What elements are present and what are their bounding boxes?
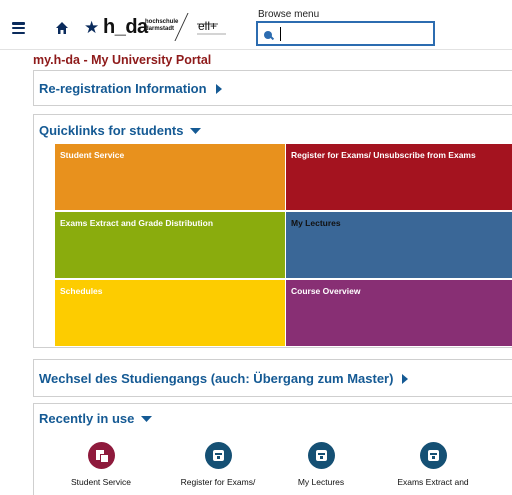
browse-menu-input[interactable] — [284, 25, 429, 42]
quicklinks-header[interactable]: Quicklinks for students — [39, 123, 202, 138]
change-program-header[interactable]: Wechsel des Studiengangs (auch: Übergang… — [39, 371, 409, 386]
quicklinks-section: Quicklinks for students Student Service … — [33, 114, 512, 348]
tile-schedules[interactable]: Schedules — [55, 280, 285, 346]
hda-logo[interactable]: h_da — [103, 16, 148, 38]
tile-my-lectures[interactable]: My Lectures — [286, 212, 512, 278]
app-icon — [307, 442, 335, 469]
home-icon[interactable] — [55, 21, 69, 35]
app-icon — [419, 442, 447, 469]
tile-label: Student Service — [60, 150, 125, 160]
app-icon — [204, 442, 232, 469]
partner-logo: ell+ — [197, 19, 226, 35]
tile-exams-extract[interactable]: Exams Extract and Grade Distribution — [55, 212, 285, 278]
chevron-down-icon — [190, 128, 202, 134]
text-caret — [280, 27, 281, 41]
hamburger-menu-icon[interactable] — [12, 22, 25, 35]
recent-item-register-exams[interactable]: Register for Exams/ — [173, 442, 263, 487]
recently-used-section: Recently in use Student Service Register… — [33, 403, 512, 495]
favorite-star-icon[interactable]: ★ — [84, 19, 99, 36]
browse-menu-label: Browse menu — [258, 9, 320, 20]
change-program-section: Wechsel des Studiengangs (auch: Übergang… — [33, 359, 512, 397]
logo-subtitle-line2: darmstadt — [145, 25, 175, 32]
recent-item-label: Register for Exams/ — [180, 477, 256, 487]
top-bar: ★ h_da hochschule darmstadt ell+ Browse … — [0, 0, 512, 50]
tile-label: My Lectures — [291, 218, 341, 228]
chevron-right-icon — [215, 84, 222, 94]
logo-text: h_da — [103, 16, 148, 38]
logo-subtitle-line1: hochschule — [145, 19, 179, 25]
recent-item-my-lectures[interactable]: My Lectures — [276, 442, 366, 487]
partner-logo-text: ell+ — [198, 19, 217, 33]
reregistration-section: Re-registration Information — [33, 70, 512, 106]
recent-item-exams-extract[interactable]: Exams Extract and — [388, 442, 478, 487]
recent-item-label: My Lectures — [297, 477, 345, 487]
recent-item-label: Exams Extract and — [397, 477, 469, 487]
chevron-right-icon — [402, 374, 409, 384]
app-icon — [87, 442, 115, 469]
tile-label: Register for Exams/ Unsubscribe from Exa… — [291, 150, 476, 160]
recent-item-student-service[interactable]: Student Service — [56, 442, 146, 487]
tile-course-overview[interactable]: Course Overview — [286, 280, 512, 346]
quicklinks-title: Quicklinks for students — [39, 123, 184, 138]
reregistration-title: Re-registration Information — [39, 81, 207, 96]
recently-used-header[interactable]: Recently in use — [39, 411, 153, 426]
logo-subtitle: hochschule darmstadt — [145, 19, 178, 32]
browse-menu-search[interactable] — [256, 21, 435, 46]
recent-item-label: Student Service — [70, 477, 131, 487]
tile-student-service[interactable]: Student Service — [55, 144, 285, 210]
reregistration-header[interactable]: Re-registration Information — [39, 81, 222, 96]
tile-register-exams[interactable]: Register for Exams/ Unsubscribe from Exa… — [286, 144, 512, 210]
search-icon-handle — [269, 35, 275, 41]
recently-used-title: Recently in use — [39, 411, 135, 426]
tile-label: Course Overview — [291, 286, 361, 296]
portal-title: my.h-da - My University Portal — [33, 53, 212, 67]
tile-label: Exams Extract and Grade Distribution — [60, 218, 214, 228]
tile-label: Schedules — [60, 286, 103, 296]
chevron-down-icon — [141, 416, 153, 422]
change-program-title: Wechsel des Studiengangs (auch: Übergang… — [39, 371, 394, 386]
